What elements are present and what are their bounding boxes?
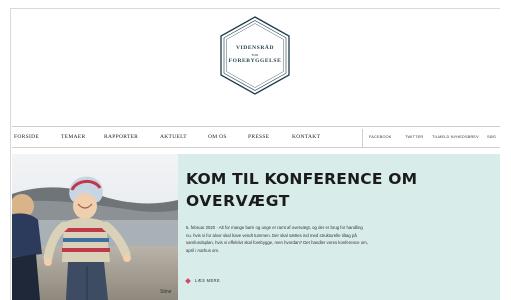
nav-link-twitter[interactable]: TWITTER <box>405 135 423 139</box>
site-logo[interactable]: VIDENSRÅD FOR FOREBYGGELSE <box>219 16 291 95</box>
nav-item-rapporter[interactable]: RAPPORTER <box>104 134 138 140</box>
logo-text-line3: FOREBYGGELSE <box>228 58 282 64</box>
hero-panel: KOM TIL KONFERENCE OM OVERVÆGT 5. februa… <box>178 154 500 300</box>
nav-item-om-os[interactable]: OM OS <box>208 134 227 140</box>
nav-divider <box>362 129 363 147</box>
hero-text: 5. februar 2020 · Alt for mange børn og … <box>186 225 368 253</box>
logo-text-line1: VIDENSRÅD <box>235 45 275 51</box>
nav-item-temaer[interactable]: TEMAER <box>61 134 85 140</box>
photo-caption: Stine <box>160 289 172 295</box>
nav-link-search[interactable]: SØG <box>487 135 496 139</box>
nav-item-presse[interactable]: PRESSE <box>248 134 269 140</box>
nav-link-facebook[interactable]: FACEBOOK <box>369 135 392 139</box>
nav-item-kontakt[interactable]: KONTAKT <box>292 134 320 140</box>
logo-text-line2: FOR <box>251 53 259 57</box>
read-more-link[interactable]: LÆS MERE <box>185 277 220 284</box>
children-on-beach-image <box>12 154 178 300</box>
arrow-icon <box>185 277 191 284</box>
main-nav: FORSIDE TEMAER RAPPORTER AKTUELT OM OS P… <box>12 126 500 148</box>
nav-item-forside[interactable]: FORSIDE <box>14 134 39 140</box>
nav-link-newsletter[interactable]: TILMELD NYHEDSBREV <box>432 135 479 139</box>
nav-item-aktuelt[interactable]: AKTUELT <box>160 134 187 140</box>
hero-photo: Stine <box>12 154 178 300</box>
read-more-label: LÆS MERE <box>195 278 220 283</box>
hero-title-line1[interactable]: KOM TIL KONFERENCE OM <box>186 170 417 188</box>
hero-title-line2[interactable]: OVERVÆGT <box>186 192 290 210</box>
